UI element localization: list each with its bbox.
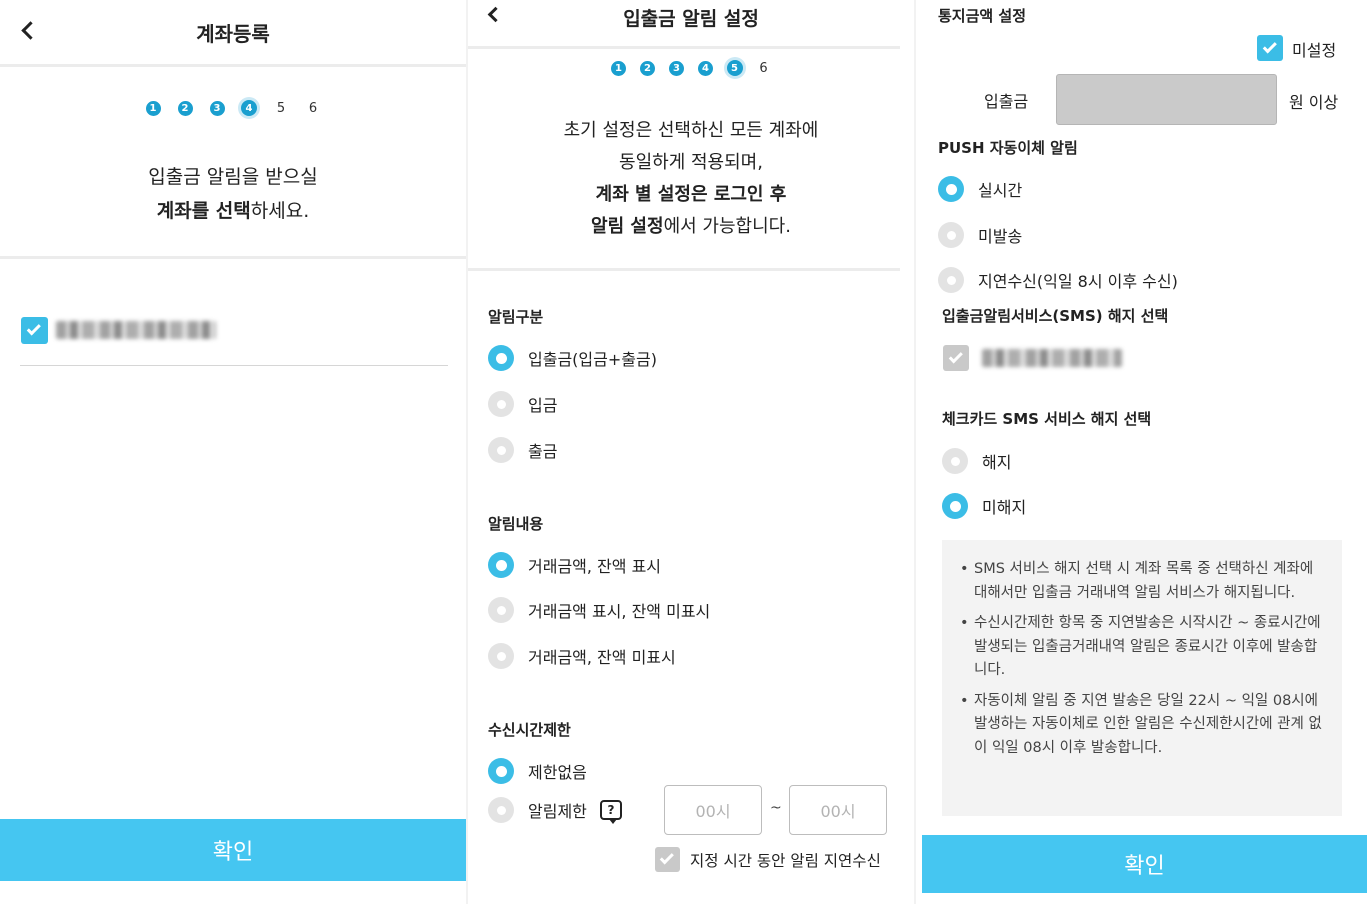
unset-amount-checkbox[interactable] [1257,35,1283,61]
account-registration-screen: 계좌등록 1 2 3 4 5 6 입출금 알림을 받으실 계좌를 선택하세요. … [0,0,466,904]
step-6: 6 [308,100,318,116]
step-5: 5 [276,100,286,116]
radio-selected-icon [938,176,964,202]
sms-cancel-account-checkbox[interactable] [943,345,969,371]
time-limit-option-none[interactable]: 제한없음 [488,758,587,784]
delay-checkbox[interactable] [655,847,680,872]
alert-content-title: 알림내용 [488,515,544,533]
alert-content-option-3[interactable]: 거래금액, 잔액 미표시 [488,643,676,669]
step-4: 4 [238,97,260,119]
step-4: 4 [695,57,717,79]
notice-box: SMS 서비스 해지 선택 시 계좌 목록 중 선택하신 계좌에 대해서만 입출… [942,540,1342,816]
push-option-realtime[interactable]: 실시간 [938,176,1022,202]
radio-unselected-icon [488,643,514,669]
radio-selected-icon [488,758,514,784]
divider [468,46,900,49]
alert-type-option-deposit[interactable]: 입금 [488,391,557,417]
notification-settings-screen-continued: 통지금액 설정 미설정 입출금 원 이상 PUSH 자동이체 알림 실시간 미발… [914,0,1367,904]
alert-content-option-1[interactable]: 거래금액, 잔액 표시 [488,552,661,578]
page-title: 계좌등록 [196,22,270,46]
radio-unselected-icon [488,391,514,417]
amount-field-label: 입출금 [984,92,1029,111]
page-title: 입출금 알림 설정 [623,8,759,30]
step-6: 6 [759,60,768,76]
instruction-text: 입출금 알림을 받으실 계좌를 선택하세요. [148,166,318,222]
check-icon [948,348,963,363]
divider [0,64,466,67]
masked-account-number [56,321,216,339]
push-transfer-title: PUSH 자동이체 알림 [938,139,1078,157]
step-1: 1 [142,97,164,119]
notice-list: SMS 서비스 해지 선택 시 계좌 목록 중 선택하신 계좌에 대해서만 입출… [942,540,1342,760]
alert-content-option-2[interactable]: 거래금액 표시, 잔액 미표시 [488,597,710,623]
time-limit-title: 수신시간제한 [488,721,571,739]
step-2: 2 [174,97,196,119]
check-icon [26,321,41,336]
unset-amount-label: 미설정 [1292,41,1337,60]
checkcard-option-keep[interactable]: 미해지 [942,493,1026,519]
masked-account-number [982,349,1122,367]
check-icon [659,850,674,865]
step-1: 1 [608,57,630,79]
step-3: 3 [666,57,688,79]
checkcard-sms-title: 체크카드 SMS 서비스 해지 선택 [942,410,1152,428]
notification-settings-screen: 입출금 알림 설정 1 2 3 4 5 6 초기 설정은 선택하신 모든 계좌에… [466,0,914,904]
info-text: 초기 설정은 선택하신 모든 계좌에 동일하게 적용되며, 계좌 별 설정은 로… [563,120,819,237]
divider [0,256,466,259]
time-limit-option-limit[interactable]: 알림제한 [488,797,587,823]
amount-setting-title: 통지금액 설정 [938,7,1027,25]
step-3: 3 [206,97,228,119]
alert-type-title: 알림구분 [488,308,544,326]
radio-selected-icon [942,493,968,519]
radio-unselected-icon [488,437,514,463]
notice-item: 자동이체 알림 중 지연 발송은 당일 22시 ~ 익일 08시에 발생하는 자… [960,690,1324,761]
radio-selected-icon [488,345,514,371]
step-indicator: 1 2 3 4 5 6 [468,57,914,79]
time-from-input[interactable]: 00시 [664,785,762,835]
notice-item: 수신시간제한 항목 중 지연발송은 시작시간 ~ 종료시간에 발생되는 입출금거… [960,612,1324,683]
step-5: 5 [724,57,746,79]
step-indicator: 1 2 3 4 5 6 [0,97,466,119]
push-option-delayed[interactable]: 지연수신(익일 8시 이후 수신) [938,267,1178,293]
push-option-none[interactable]: 미발송 [938,222,1022,248]
divider [468,268,900,271]
radio-unselected-icon [938,267,964,293]
time-to-input[interactable]: 00시 [789,785,887,835]
delay-checkbox-label: 지정 시간 동안 알림 지연수신 [690,852,881,870]
amount-input[interactable] [1056,74,1277,125]
account-checkbox[interactable] [21,317,48,344]
help-icon[interactable]: ? [600,800,622,824]
checkcard-option-cancel[interactable]: 해지 [942,448,1011,474]
confirm-button[interactable]: 확인 [0,819,466,881]
radio-unselected-icon [942,448,968,474]
amount-unit-label: 원 이상 [1289,93,1339,112]
sms-cancel-title: 입출금알림서비스(SMS) 해지 선택 [942,307,1169,325]
divider [20,365,448,366]
radio-selected-icon [488,552,514,578]
check-icon [1262,38,1277,53]
radio-unselected-icon [488,597,514,623]
alert-type-option-both[interactable]: 입출금(입금+출금) [488,345,657,371]
alert-type-option-withdraw[interactable]: 출금 [488,437,557,463]
radio-unselected-icon [938,222,964,248]
step-2: 2 [637,57,659,79]
confirm-button[interactable]: 확인 [922,835,1367,893]
notice-item: SMS 서비스 해지 선택 시 계좌 목록 중 선택하신 계좌에 대해서만 입출… [960,558,1324,605]
radio-unselected-icon [488,797,514,823]
tilde-separator: ~ [770,800,782,816]
